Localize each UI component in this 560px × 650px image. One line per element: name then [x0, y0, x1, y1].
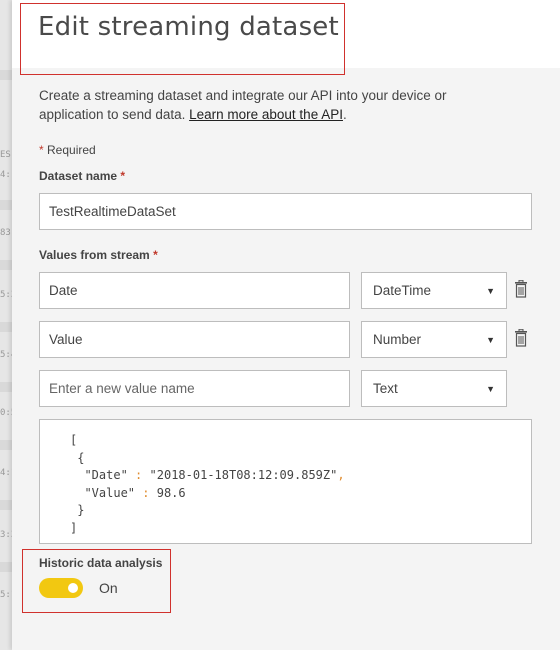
historic-data-toggle-state: On [99, 580, 118, 596]
value-type-selected: Text [373, 381, 398, 396]
background-fragment: 5:1 [0, 590, 12, 600]
required-star: * [39, 143, 44, 157]
background-fragment: 83 [0, 228, 11, 238]
json-open-brace: { [77, 450, 85, 465]
edit-dataset-panel: Edit streaming dataset Create a streamin… [12, 0, 560, 650]
json-close-brace: } [77, 503, 85, 517]
json-colon: : [135, 468, 143, 482]
json-value-date: "2018-01-18T08:12:09.859Z" [149, 468, 338, 482]
json-key-date: "Date" [84, 468, 128, 482]
background-fragment: 4: [0, 170, 11, 180]
json-close-bracket: ] [70, 520, 78, 535]
background-page: ES 4: 83 5:3 5:4 0:5 4:1 3:3 5:1 [0, 0, 12, 650]
background-fragment: ES [0, 150, 11, 160]
dataset-name-input[interactable]: TestRealtimeDataSet [39, 193, 532, 230]
chevron-down-icon: ▼ [486, 334, 495, 345]
json-open-bracket: [ [70, 433, 78, 447]
required-star: * [120, 169, 126, 183]
value-type-select[interactable]: DateTime ▼ [361, 272, 507, 309]
values-from-stream-label-text: Values from stream [39, 248, 150, 262]
json-comma: , [337, 468, 345, 482]
chevron-down-icon: ▼ [486, 383, 495, 394]
required-note: * Required [39, 143, 96, 157]
historic-data-label: Historic data analysis [39, 556, 163, 570]
new-value-name-input[interactable]: Enter a new value name [39, 370, 350, 407]
value-type-selected: Number [373, 332, 422, 347]
new-value-type-select[interactable]: Text ▼ [361, 370, 507, 407]
panel-title: Edit streaming dataset [38, 12, 339, 42]
json-value-value: 98.6 [156, 485, 186, 500]
background-fragment: 0:5 [0, 408, 12, 418]
value-name-input[interactable]: Value [39, 321, 350, 358]
toggle-knob [68, 583, 78, 593]
values-from-stream-label: Values from stream * [39, 248, 158, 262]
panel-header: Edit streaming dataset [12, 0, 560, 68]
required-text: Required [47, 143, 96, 157]
required-star: * [153, 248, 158, 262]
description-suffix: . [342, 107, 347, 122]
background-fragment: 5:4 [0, 350, 12, 360]
panel-description: Create a streaming dataset and integrate… [39, 86, 509, 124]
chevron-down-icon: ▼ [486, 285, 495, 296]
value-type-select[interactable]: Number ▼ [361, 321, 507, 358]
background-fragment: 4:1 [0, 468, 12, 478]
dataset-name-label: Dataset name * [39, 169, 125, 183]
trash-icon[interactable] [514, 329, 528, 347]
dataset-name-label-text: Dataset name [39, 169, 118, 183]
historic-data-toggle[interactable] [39, 578, 83, 598]
value-type-selected: DateTime [373, 283, 432, 298]
json-sample-preview[interactable]: [ { "Date" : "2018-01-18T08:12:09.859Z",… [39, 419, 532, 544]
learn-more-link[interactable]: Learn more about the API [189, 107, 343, 122]
trash-icon[interactable] [514, 280, 528, 298]
value-name-input[interactable]: Date [39, 272, 350, 309]
json-key-value: "Value" [84, 485, 136, 500]
background-fragment: 5:3 [0, 290, 12, 300]
json-colon: : [142, 485, 150, 500]
background-fragment: 3:3 [0, 530, 12, 540]
